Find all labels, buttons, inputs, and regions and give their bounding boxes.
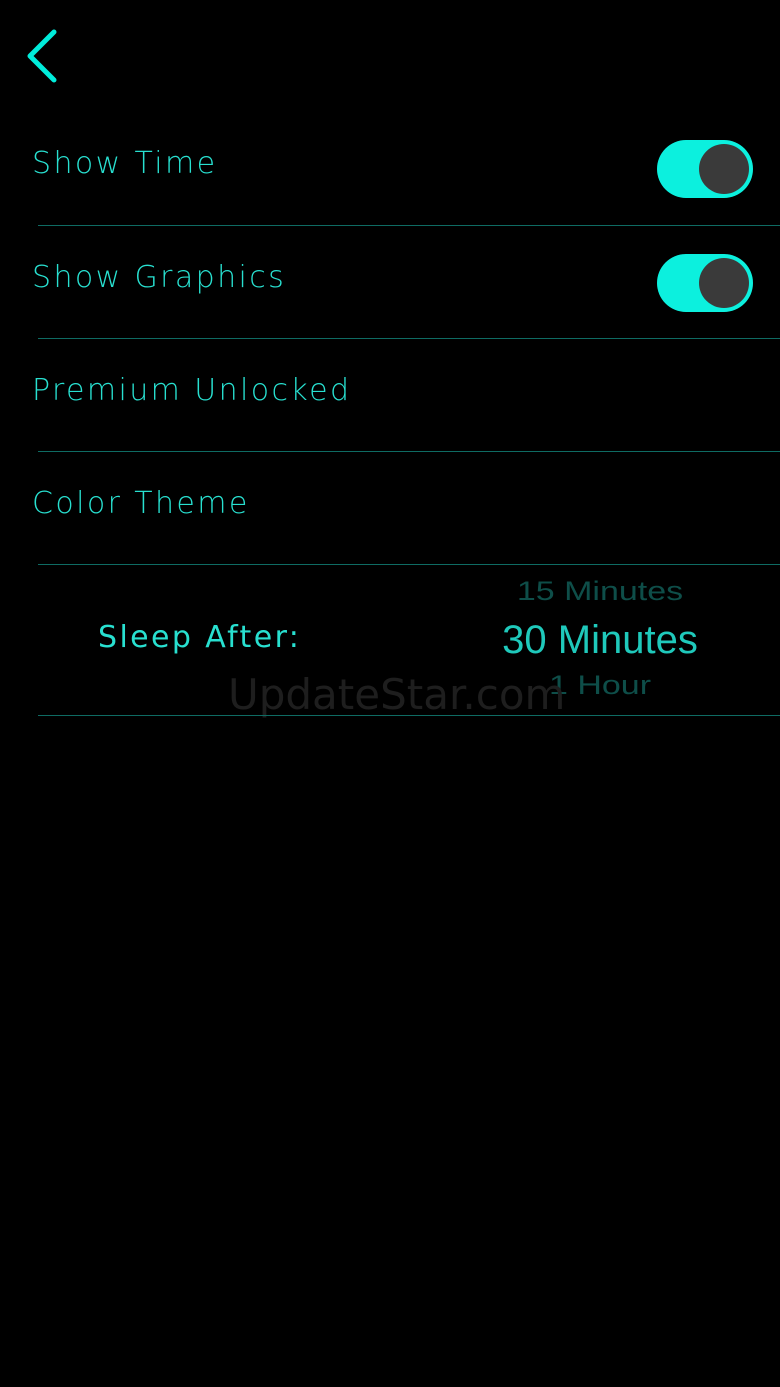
chevron-left-icon <box>27 29 57 83</box>
divider <box>38 715 780 716</box>
show-graphics-toggle[interactable] <box>657 254 753 312</box>
back-button[interactable] <box>18 24 68 88</box>
show-graphics-label: Show Graphics <box>32 260 287 295</box>
show-time-label: Show Time <box>32 146 218 181</box>
setting-row-color-theme[interactable]: Color Theme <box>0 452 780 565</box>
color-theme-label: Color Theme <box>32 486 250 521</box>
sleep-duration-picker[interactable]: 15 Minutes 30 Minutes 1 Hour <box>440 570 760 710</box>
show-time-toggle[interactable] <box>657 140 753 198</box>
setting-row-show-time: Show Time <box>0 112 780 226</box>
toggle-knob <box>699 258 749 308</box>
picker-option-selected[interactable]: 30 Minutes <box>440 618 760 663</box>
premium-unlocked-label: Premium Unlocked <box>32 373 352 408</box>
setting-row-show-graphics: Show Graphics <box>0 226 780 339</box>
picker-option-next[interactable]: 1 Hour <box>440 670 760 701</box>
toggle-knob <box>699 144 749 194</box>
setting-row-premium[interactable]: Premium Unlocked <box>0 339 780 452</box>
sleep-after-label: Sleep After: <box>98 620 302 655</box>
divider <box>38 564 780 565</box>
picker-option-prev[interactable]: 15 Minutes <box>440 576 760 607</box>
